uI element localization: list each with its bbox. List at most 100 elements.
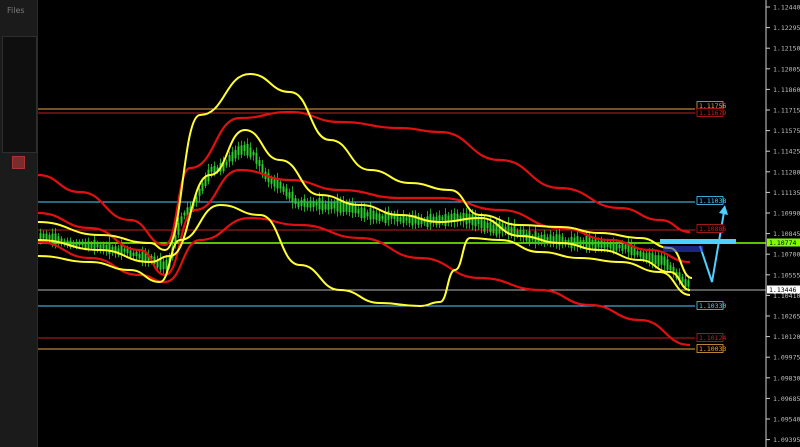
price-axis-label: 1.12295 <box>773 24 800 32</box>
candle-body <box>585 236 588 248</box>
candle-body <box>651 253 654 264</box>
price-axis-label: 1.11280 <box>773 168 800 176</box>
candle-body <box>474 215 477 227</box>
price-axis-label: 1.10700 <box>773 251 800 259</box>
candle-body <box>606 241 609 248</box>
candle-body <box>384 212 387 223</box>
price-level-tag-label: 1.10033 <box>699 345 726 353</box>
candle-body <box>252 151 255 156</box>
candle-body <box>141 251 144 262</box>
candle-body <box>615 243 618 251</box>
candle-body <box>177 223 180 235</box>
candle-body <box>135 251 138 257</box>
candle-body <box>342 201 345 212</box>
projection-arrowhead <box>719 205 728 215</box>
price-axis-label: 1.12440 <box>773 4 800 12</box>
candle-body <box>327 201 330 210</box>
price-axis-label: 1.10120 <box>773 333 800 341</box>
candle-body <box>654 255 657 265</box>
candle-body <box>588 237 591 250</box>
candle-body <box>555 234 558 243</box>
candle-body <box>657 255 660 267</box>
candle-body <box>111 246 114 251</box>
candle-body <box>612 242 615 252</box>
candle-body <box>93 239 96 250</box>
candle-body <box>291 191 294 203</box>
candle-body <box>90 243 93 248</box>
candle-body <box>78 241 81 245</box>
candle-body <box>324 203 327 210</box>
candle-body <box>246 143 249 156</box>
candle-body <box>201 183 204 191</box>
candle-body <box>72 242 75 246</box>
candle-body <box>261 164 264 173</box>
price-axis-label: 1.10555 <box>773 271 800 279</box>
candle-body <box>330 202 333 210</box>
candle-body <box>429 213 432 225</box>
candle-body <box>345 203 348 212</box>
candle-body <box>642 252 645 259</box>
candle-body <box>198 188 201 196</box>
candle-body <box>639 251 642 257</box>
projection-arrow-path <box>699 211 725 283</box>
candle-body <box>75 241 78 247</box>
price-axis-label: 1.12150 <box>773 45 800 53</box>
candle-body <box>312 200 315 208</box>
candle-body <box>132 252 135 256</box>
red-envelope-upper <box>37 110 691 247</box>
candle-body <box>666 259 669 270</box>
candle-body <box>621 243 624 252</box>
candle-body <box>660 255 663 265</box>
candle-body <box>279 181 282 189</box>
candle-body <box>225 161 228 166</box>
candle-body <box>297 201 300 208</box>
candle-body <box>96 243 99 248</box>
price-level-tag-label: 1.13446 <box>769 286 796 294</box>
candle-body <box>366 212 369 217</box>
candle-body <box>516 230 519 235</box>
candle-body <box>576 236 579 246</box>
price-axis-label: 1.10845 <box>773 230 800 238</box>
candle-body <box>663 256 666 266</box>
candle-body <box>360 207 363 218</box>
candle-body <box>372 210 375 220</box>
candle-body <box>492 224 495 234</box>
candle-body <box>138 253 141 259</box>
candle-body <box>270 178 273 184</box>
projection-bar <box>660 239 736 244</box>
candle-body <box>669 265 672 271</box>
candle-body <box>180 216 183 224</box>
price-axis-label: 1.10990 <box>773 210 800 218</box>
candle-body <box>471 214 474 225</box>
candle-body <box>210 166 213 172</box>
candle-body <box>318 198 321 210</box>
candle-body <box>687 280 690 287</box>
candle-body <box>249 147 252 158</box>
candle-body <box>285 188 288 196</box>
candle-body <box>408 216 411 224</box>
price-axis-label: 1.11860 <box>773 86 800 94</box>
price-axis-label: 1.09540 <box>773 416 800 424</box>
candle-body <box>87 241 90 249</box>
candle-body <box>381 215 384 220</box>
candle-body <box>480 217 483 229</box>
price-level-tag-label: 1.10330 <box>699 302 726 310</box>
candle-body <box>294 198 297 204</box>
bollinger-upper <box>37 72 693 279</box>
candle-body <box>444 214 447 226</box>
candle-body <box>258 160 261 166</box>
candle-body <box>51 233 54 245</box>
candle-body <box>591 239 594 246</box>
candle-body <box>309 200 312 208</box>
candle-body <box>399 217 402 222</box>
price-level-tag-label: 1.11679 <box>699 109 726 117</box>
candle-body <box>84 242 87 249</box>
candle-body <box>486 222 489 229</box>
candle-body <box>273 178 276 187</box>
price-axis-label: 1.12005 <box>773 65 800 73</box>
candle-body <box>681 276 684 282</box>
candle-body <box>162 261 165 270</box>
price-chart[interactable]: 1.12440 1.12295 1.12150 1.12005 1.11860 1.117… <box>0 0 800 447</box>
candle-body <box>636 251 639 255</box>
candle-body <box>378 213 381 221</box>
